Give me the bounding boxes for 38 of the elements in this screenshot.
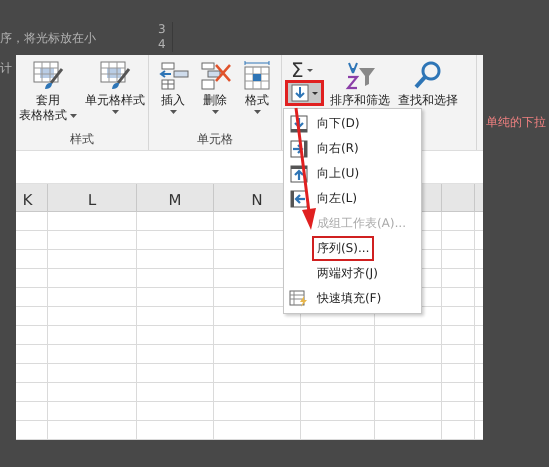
menu-label: 向下(D) [316, 115, 361, 132]
menu-label: 两端对齐(J) [316, 265, 379, 282]
menu-item[interactable]: 向左(L) [284, 186, 421, 211]
menu-item[interactable]: 两端对齐(J) [284, 261, 421, 286]
menu-item[interactable]: 向上(U) [284, 161, 421, 186]
flash-fill-icon [289, 290, 309, 308]
ribbon-button[interactable]: 插入 [153, 59, 193, 131]
table-style-icon [31, 59, 65, 91]
menu-item[interactable]: 序列(S)... [284, 236, 421, 261]
group-label: 单元格 [197, 131, 233, 148]
fill-button[interactable] [288, 83, 321, 103]
menu-item[interactable]: 快速填充(F) [284, 286, 421, 311]
caret-icon [312, 92, 318, 94]
menu-label: 向左(L) [316, 190, 358, 207]
ribbon-button[interactable]: 格式 [237, 59, 277, 131]
column-header[interactable]: N [251, 191, 263, 209]
background-text: 计 [0, 60, 12, 77]
menu-label: 向右(R) [316, 140, 360, 157]
menu-label: 快速填充(F) [316, 290, 382, 307]
column-header[interactable]: M [168, 191, 182, 209]
menu-label: 向上(U) [316, 165, 360, 182]
ribbon-button[interactable]: 单元格样式 [82, 59, 148, 131]
autosum-button[interactable]: Σ [288, 59, 321, 81]
row-number: 4 [158, 37, 167, 52]
background-note: 单纯的下拉 [486, 114, 546, 131]
ribbon-button[interactable]: 套用 表格格式 [16, 59, 80, 131]
group-label: 样式 [70, 131, 94, 148]
caret-icon [306, 68, 313, 72]
background-text: 序，将光标放在小 [0, 30, 96, 47]
menu-label: 序列(S)... [314, 238, 372, 259]
cell-style-icon [98, 59, 132, 91]
column-header[interactable]: K [22, 191, 32, 209]
ribbon-button[interactable]: 删除 [195, 59, 235, 131]
row-number: 3 [158, 22, 167, 37]
arrow-left-icon [290, 190, 308, 208]
menu-label: 成组工作表(A)... [316, 215, 408, 232]
fill-down-icon [291, 84, 309, 102]
column-header[interactable]: L [88, 191, 96, 209]
